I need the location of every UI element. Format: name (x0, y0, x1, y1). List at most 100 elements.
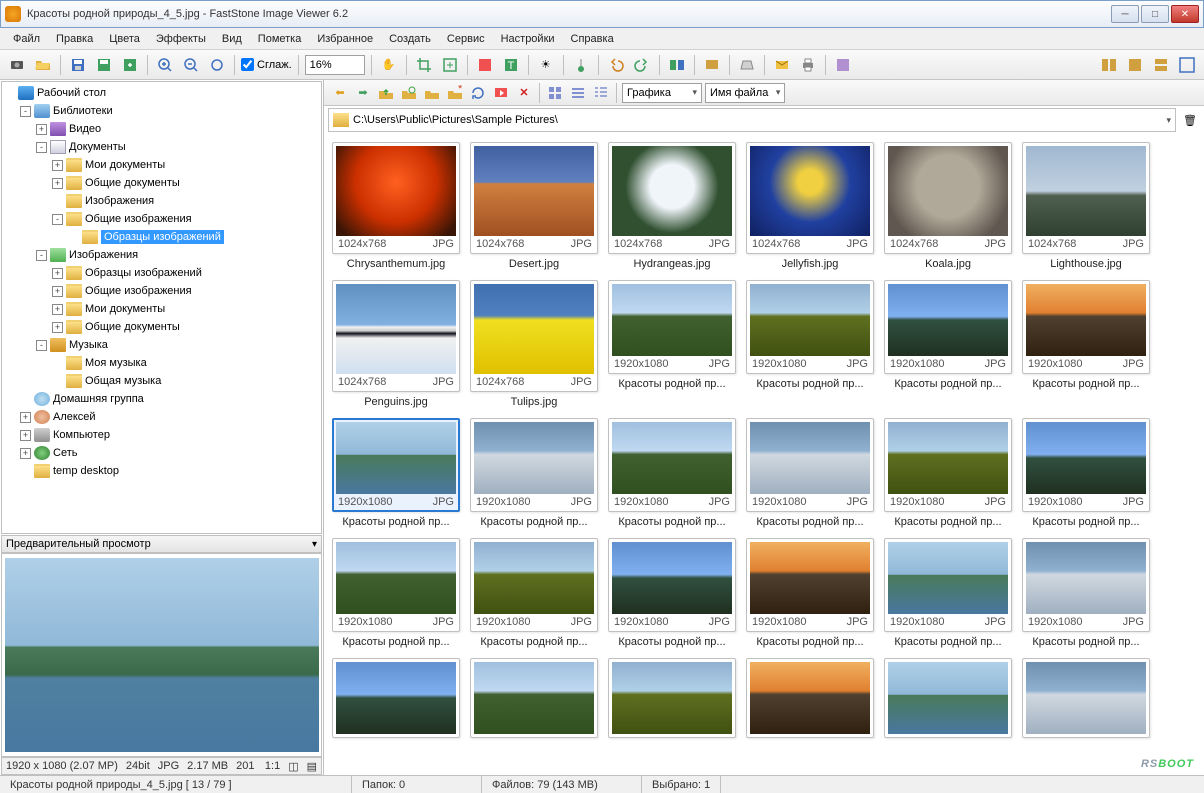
forward-icon[interactable]: ➡ (353, 83, 373, 103)
fit-icon[interactable] (206, 54, 228, 76)
screenshot-icon[interactable] (6, 54, 28, 76)
expand-icon[interactable]: + (52, 322, 63, 333)
tree-node-desktop[interactable]: Рабочий стол (4, 84, 319, 102)
preview-panel[interactable] (1, 553, 322, 757)
thumb-3[interactable]: 1024x768JPGJellyfish.jpg (746, 142, 874, 270)
hand-icon[interactable]: ✋ (378, 54, 400, 76)
expand-icon[interactable]: + (36, 124, 47, 135)
thumb-13[interactable]: 1920x1080JPGКрасоты родной пр... (470, 418, 598, 528)
fullscreen-icon[interactable] (1176, 54, 1198, 76)
red-eye-icon[interactable] (570, 54, 592, 76)
menu-3[interactable]: Эффекты (149, 31, 213, 47)
expand-icon[interactable]: + (52, 304, 63, 315)
tree-node-public_music[interactable]: Общая музыка (4, 372, 319, 390)
thumb-18[interactable]: 1920x1080JPGКрасоты родной пр... (332, 538, 460, 648)
tree-node-user[interactable]: +Алексей (4, 408, 319, 426)
expand-icon[interactable]: + (20, 412, 31, 423)
expand-icon[interactable]: + (52, 160, 63, 171)
tree-node-public_docs[interactable]: +Общие документы (4, 174, 319, 192)
collapse-icon[interactable]: - (20, 106, 31, 117)
info-icon[interactable]: ▤ (307, 760, 317, 773)
layout-3-icon[interactable] (1150, 54, 1172, 76)
tree-node-my_docs[interactable]: +Мои документы (4, 156, 319, 174)
tree-node-homegroup[interactable]: Домашняя группа (4, 390, 319, 408)
thumbnail-grid[interactable]: 1024x768JPGChrysanthemum.jpg1024x768JPGD… (324, 134, 1204, 775)
thumb-1[interactable]: 1024x768JPGDesert.jpg (470, 142, 598, 270)
thumb-7[interactable]: 1024x768JPGTulips.jpg (470, 280, 598, 408)
thumb-26[interactable] (608, 658, 736, 738)
thumb-5[interactable]: 1024x768JPGLighthouse.jpg (1022, 142, 1150, 270)
thumb-27[interactable] (746, 658, 874, 738)
thumb-19[interactable]: 1920x1080JPGКрасоты родной пр... (470, 538, 598, 648)
expand-icon[interactable]: + (52, 268, 63, 279)
view-mode-select[interactable]: Графика (622, 83, 702, 103)
expand-icon[interactable]: + (52, 178, 63, 189)
path-dropdown-icon[interactable]: ▾ (1166, 115, 1171, 126)
view-thumbs-icon[interactable] (545, 83, 565, 103)
thumb-8[interactable]: 1920x1080JPGКрасоты родной пр... (608, 280, 736, 408)
menu-6[interactable]: Избранное (310, 31, 380, 47)
menu-8[interactable]: Сервис (440, 31, 492, 47)
thumb-20[interactable]: 1920x1080JPGКрасоты родной пр... (608, 538, 736, 648)
thumb-14[interactable]: 1920x1080JPGКрасоты родной пр... (608, 418, 736, 528)
crop-icon[interactable] (413, 54, 435, 76)
adjust-icon[interactable]: ☀ (535, 54, 557, 76)
up-icon[interactable] (376, 83, 396, 103)
menu-0[interactable]: Файл (6, 31, 47, 47)
thumb-6[interactable]: 1024x768JPGPenguins.jpg (332, 280, 460, 408)
trash-icon[interactable]: 🗑 (1180, 110, 1200, 130)
thumb-24[interactable] (332, 658, 460, 738)
folder-tree[interactable]: Рабочий стол-Библиотеки+Видео-Документы+… (1, 81, 322, 534)
layout-2-icon[interactable] (1124, 54, 1146, 76)
tree-node-computer[interactable]: +Компьютер (4, 426, 319, 444)
tree-node-video[interactable]: +Видео (4, 120, 319, 138)
collapse-icon[interactable]: - (36, 142, 47, 153)
smooth-checkbox[interactable]: Сглаж. (241, 58, 292, 71)
thumb-21[interactable]: 1920x1080JPGКрасоты родной пр... (746, 538, 874, 648)
tree-node-public_docs2[interactable]: +Общие документы (4, 318, 319, 336)
sort-by-select[interactable]: Имя файла (705, 83, 785, 103)
thumb-23[interactable]: 1920x1080JPGКрасоты родной пр... (1022, 538, 1150, 648)
menu-1[interactable]: Правка (49, 31, 100, 47)
zoom-input[interactable] (305, 55, 365, 75)
tree-node-public_images[interactable]: -Общие изображения (4, 210, 319, 228)
compare-icon[interactable] (666, 54, 688, 76)
thumb-11[interactable]: 1920x1080JPGКрасоты родной пр... (1022, 280, 1150, 408)
minimize-button[interactable]: ─ (1111, 5, 1139, 23)
scan-icon[interactable] (736, 54, 758, 76)
tree-node-music[interactable]: -Музыка (4, 336, 319, 354)
resize-icon[interactable] (439, 54, 461, 76)
favorites-folder-icon[interactable] (422, 83, 442, 103)
new-folder-icon[interactable]: * (445, 83, 465, 103)
export-icon[interactable] (119, 54, 141, 76)
tree-node-sample_images2[interactable]: +Образцы изображений (4, 264, 319, 282)
tree-node-images2[interactable]: -Изображения (4, 246, 319, 264)
tree-node-network[interactable]: +Сеть (4, 444, 319, 462)
open-icon[interactable] (32, 54, 54, 76)
delete-icon[interactable]: ✕ (514, 83, 534, 103)
thumb-22[interactable]: 1920x1080JPGКрасоты родной пр... (884, 538, 1012, 648)
thumb-17[interactable]: 1920x1080JPGКрасоты родной пр... (1022, 418, 1150, 528)
thumb-28[interactable] (884, 658, 1012, 738)
refresh-folder-icon[interactable] (399, 83, 419, 103)
chevron-down-icon[interactable]: ▾ (312, 539, 317, 550)
slideshow-icon[interactable] (491, 83, 511, 103)
text-icon[interactable]: T (500, 54, 522, 76)
path-bar[interactable]: C:\Users\Public\Pictures\Sample Pictures… (328, 108, 1176, 132)
expand-icon[interactable]: + (20, 430, 31, 441)
menu-9[interactable]: Настройки (494, 31, 562, 47)
menu-2[interactable]: Цвета (102, 31, 147, 47)
maximize-button[interactable]: □ (1141, 5, 1169, 23)
thumb-16[interactable]: 1920x1080JPGКрасоты родной пр... (884, 418, 1012, 528)
wallpaper-icon[interactable] (701, 54, 723, 76)
save-icon[interactable] (67, 54, 89, 76)
collapse-icon[interactable]: - (36, 250, 47, 261)
zoom-in-icon[interactable] (154, 54, 176, 76)
tree-node-libraries[interactable]: -Библиотеки (4, 102, 319, 120)
tree-node-public_images2[interactable]: +Общие изображения (4, 282, 319, 300)
preview-header[interactable]: Предварительный просмотр ▾ (1, 535, 322, 553)
thumb-9[interactable]: 1920x1080JPGКрасоты родной пр... (746, 280, 874, 408)
tree-node-temp[interactable]: temp desktop (4, 462, 319, 480)
histogram-icon[interactable]: ◫ (288, 760, 298, 773)
thumb-4[interactable]: 1024x768JPGKoala.jpg (884, 142, 1012, 270)
